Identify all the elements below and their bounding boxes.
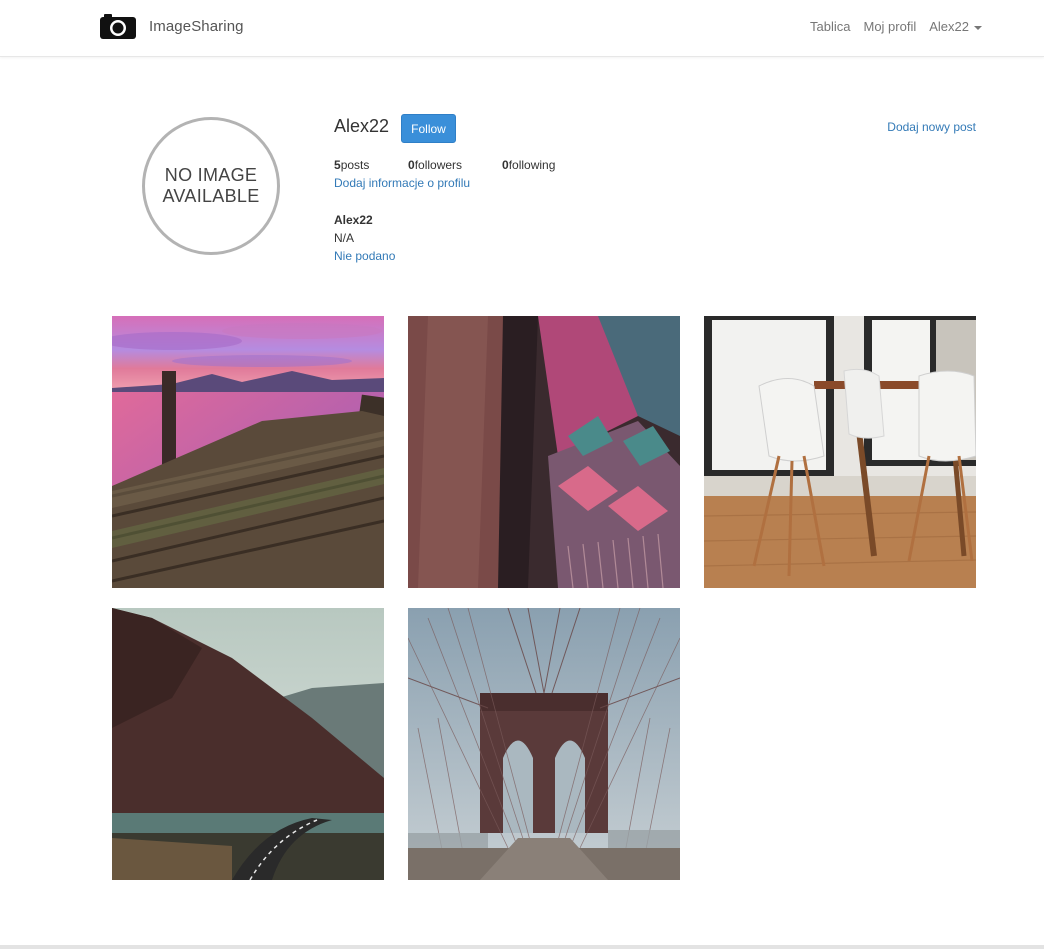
camera-icon [100, 14, 136, 39]
avatar-placeholder-line1: NO IMAGE [164, 165, 258, 185]
nav-link-tablica[interactable]: Tablica [810, 19, 850, 34]
post-photo-woven-textile[interactable] [408, 316, 680, 588]
edit-profile-info-link[interactable]: Dodaj informacje o profilu [334, 176, 470, 190]
caret-down-icon [974, 25, 982, 30]
bio-website-link[interactable]: Nie podano [334, 249, 395, 263]
profile-avatar: NO IMAGE AVAILABLE [142, 117, 280, 255]
brand-name: ImageSharing [149, 17, 244, 35]
stat-posts: 5posts [334, 158, 408, 172]
follow-button[interactable]: Follow [401, 114, 456, 143]
bio-name: Alex22 [334, 213, 373, 227]
footer-divider [0, 945, 1044, 949]
user-menu-dropdown[interactable]: Alex22 [929, 19, 982, 34]
following-label: following [508, 158, 556, 172]
following-count: 0 [502, 158, 509, 172]
stat-following: 0following [502, 158, 555, 172]
post-photo-suspension-bridge[interactable] [408, 608, 680, 880]
profile-stats: 5posts 0followers 0following [334, 158, 555, 172]
bio-description: N/A [334, 231, 355, 245]
navbar: ImageSharing Tablica Moj profil Alex22 [0, 0, 1044, 57]
nav-links: Tablica Moj profil Alex22 [797, 19, 982, 34]
followers-label: followers [414, 158, 463, 172]
profile-username: Alex22 [334, 116, 390, 136]
stat-followers: 0followers [408, 158, 502, 172]
post-photo-mountain-road[interactable] [112, 608, 384, 880]
nav-link-my-profile[interactable]: Moj profil [864, 19, 917, 34]
brand[interactable]: ImageSharing [100, 12, 244, 40]
avatar-placeholder-line2: AVAILABLE [162, 186, 260, 206]
post-photo-pier-sunset[interactable] [112, 316, 384, 588]
add-new-post-link[interactable]: Dodaj nowy post [887, 120, 976, 134]
posts-count: 5 [334, 158, 341, 172]
user-menu-label: Alex22 [929, 19, 969, 34]
followers-count: 0 [408, 158, 415, 172]
post-photo-dining-chairs[interactable] [704, 316, 976, 588]
posts-label: posts [340, 158, 370, 172]
